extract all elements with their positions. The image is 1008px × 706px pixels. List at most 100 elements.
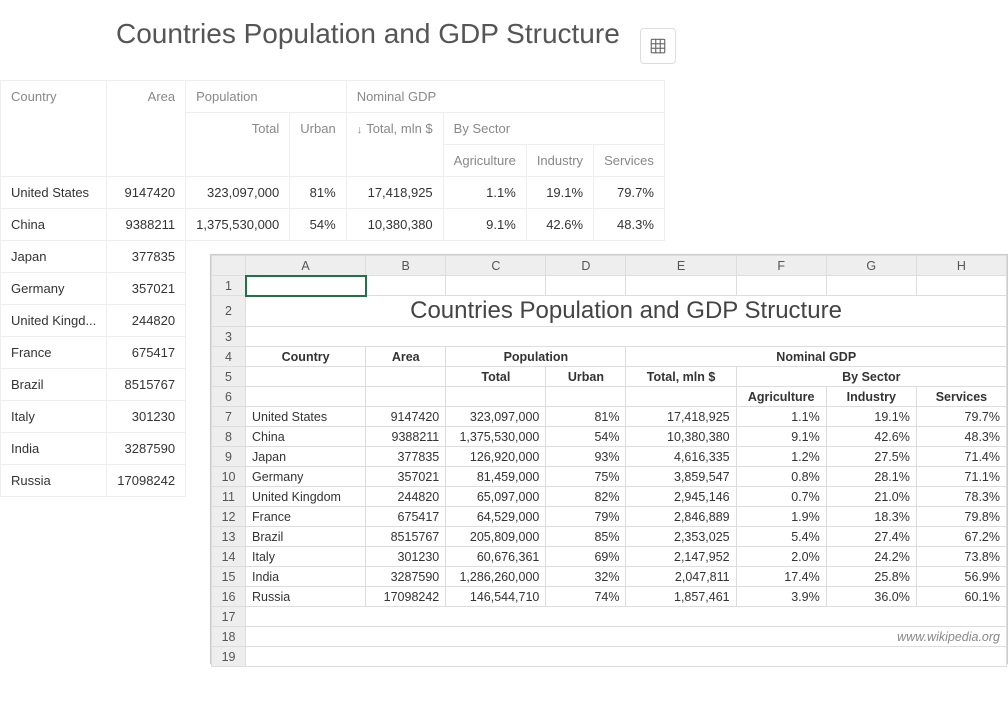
cell[interactable] [546,276,626,296]
table-row[interactable]: 7United States9147420323,097,00081%17,41… [212,407,1007,427]
spreadsheet-preview[interactable]: A B C D E F G H 1 2 Countries Population… [210,254,1008,664]
hdr-by-sector[interactable]: By Sector [736,367,1006,387]
table-row[interactable]: 16Russia17098242146,544,71074%1,857,4613… [212,587,1007,607]
col-header-country[interactable]: Country [1,81,107,177]
cell[interactable]: Russia [1,465,107,497]
col-head-A[interactable]: A [246,256,366,276]
cell[interactable]: 93% [546,447,626,467]
cell[interactable] [246,647,1007,667]
cell[interactable]: 69% [546,547,626,567]
hdr-total[interactable]: Total [446,367,546,387]
cell[interactable]: India [246,567,366,587]
cell[interactable]: 73.8% [916,547,1006,567]
row-head-18[interactable]: 18 [212,627,246,647]
cell[interactable]: 19.1% [526,177,593,209]
cell[interactable]: 377835 [107,241,186,273]
cell[interactable]: 28.1% [826,467,916,487]
cell[interactable]: 79% [546,507,626,527]
row-head-3[interactable]: 3 [212,327,246,347]
cell[interactable]: Brazil [1,369,107,401]
col-header-total-mln[interactable]: ↓Total, mln $ [346,113,443,177]
select-all-corner[interactable] [212,256,246,276]
cell[interactable]: 75% [546,467,626,487]
cell[interactable]: China [246,427,366,447]
cell[interactable]: 1,857,461 [626,587,736,607]
col-head-D[interactable]: D [546,256,626,276]
row-head-2[interactable]: 2 [212,296,246,327]
row-head-8[interactable]: 8 [212,427,246,447]
row-head-17[interactable]: 17 [212,607,246,627]
table-row[interactable]: 11United Kingdom24482065,097,00082%2,945… [212,487,1007,507]
cell[interactable] [446,276,546,296]
cell[interactable]: Italy [1,401,107,433]
row-head-4[interactable]: 4 [212,347,246,367]
cell[interactable]: 42.6% [826,427,916,447]
cell[interactable]: United Kingd... [1,305,107,337]
cell[interactable]: 3287590 [107,433,186,465]
cell[interactable]: 1,375,530,000 [446,427,546,447]
cell[interactable]: 65,097,000 [446,487,546,507]
cell[interactable]: 675417 [366,507,446,527]
table-row[interactable]: 9Japan377835126,920,00093%4,616,3351.2%2… [212,447,1007,467]
cell[interactable]: 17.4% [736,567,826,587]
export-xlsx-button[interactable] [640,28,676,64]
footer-source[interactable]: www.wikipedia.org [246,627,1007,647]
hdr-nominal-gdp[interactable]: Nominal GDP [626,347,1007,367]
cell[interactable]: 19.1% [826,407,916,427]
col-header-population[interactable]: Population [186,81,347,113]
row-head-9[interactable]: 9 [212,447,246,467]
cell[interactable]: 71.1% [916,467,1006,487]
row-head-1[interactable]: 1 [212,276,246,296]
row-head-11[interactable]: 11 [212,487,246,507]
hdr-population[interactable]: Population [446,347,626,367]
cell[interactable]: 21.0% [826,487,916,507]
cell[interactable]: Germany [246,467,366,487]
cell[interactable]: 244820 [366,487,446,507]
col-header-nominal-gdp[interactable]: Nominal GDP [346,81,664,113]
cell[interactable]: 10,380,380 [626,427,736,447]
cell[interactable]: 377835 [366,447,446,467]
cell[interactable]: 27.4% [826,527,916,547]
row-head-15[interactable]: 15 [212,567,246,587]
cell[interactable] [626,276,736,296]
cell[interactable]: 79.7% [594,177,665,209]
cell[interactable]: 10,380,380 [346,209,443,241]
cell[interactable]: 18.3% [826,507,916,527]
cell[interactable]: United States [1,177,107,209]
cell[interactable]: 5.4% [736,527,826,547]
cell[interactable]: 357021 [107,273,186,305]
cell[interactable]: 4,616,335 [626,447,736,467]
cell[interactable]: 3287590 [366,567,446,587]
cell[interactable]: 9147420 [107,177,186,209]
cell[interactable] [246,387,366,407]
cell[interactable]: 25.8% [826,567,916,587]
col-header-agriculture[interactable]: Agriculture [443,145,526,177]
sheet-title[interactable]: Countries Population and GDP Structure [246,296,1007,327]
cell[interactable]: 79.8% [916,507,1006,527]
cell[interactable] [446,387,546,407]
cell[interactable]: 56.9% [916,567,1006,587]
cell[interactable]: 3.9% [736,587,826,607]
cell[interactable]: 1,375,530,000 [186,209,290,241]
cell[interactable] [246,607,1007,627]
cell[interactable]: Italy [246,547,366,567]
cell[interactable]: 0.8% [736,467,826,487]
table-row[interactable]: 13Brazil8515767205,809,00085%2,353,0255.… [212,527,1007,547]
hdr-country[interactable]: Country [246,347,366,367]
cell[interactable]: United Kingdom [246,487,366,507]
col-header-services[interactable]: Services [594,145,665,177]
cell[interactable]: 81% [546,407,626,427]
cell[interactable]: France [246,507,366,527]
cell[interactable]: 17098242 [107,465,186,497]
cell[interactable]: 71.4% [916,447,1006,467]
col-header-urban[interactable]: Urban [290,113,346,177]
cell[interactable]: 0.7% [736,487,826,507]
cell[interactable]: 675417 [107,337,186,369]
cell[interactable]: 17098242 [366,587,446,607]
cell[interactable] [916,276,1006,296]
cell[interactable]: 60.1% [916,587,1006,607]
cell[interactable]: 2,353,025 [626,527,736,547]
cell[interactable]: 27.5% [826,447,916,467]
cell[interactable]: 9147420 [366,407,446,427]
cell[interactable]: 9.1% [443,209,526,241]
